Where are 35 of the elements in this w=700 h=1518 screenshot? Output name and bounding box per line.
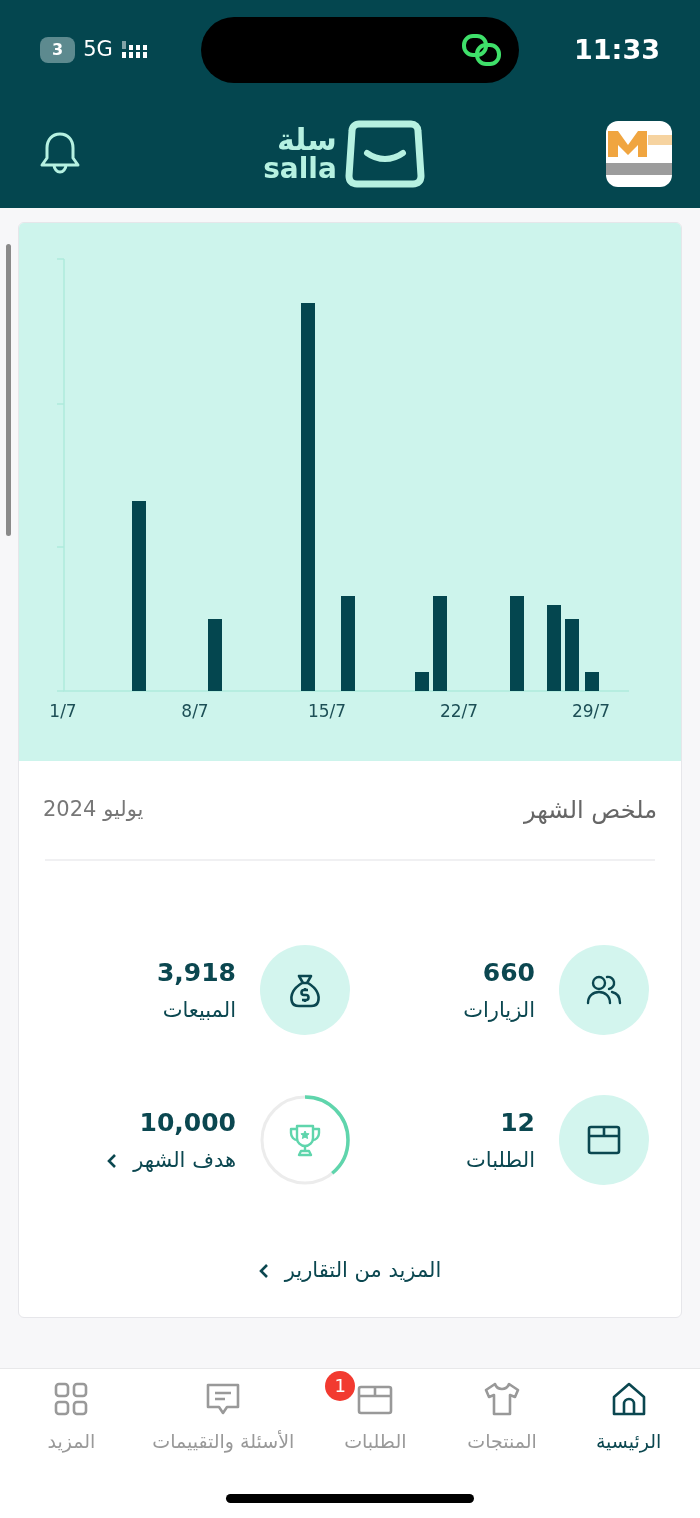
bag-logo-icon: [344, 120, 425, 188]
stat-label: المبيعات: [161, 997, 236, 1024]
goal-link[interactable]: هدف الشهر: [107, 1145, 236, 1177]
battery-indicator: 3: [40, 37, 76, 63]
chevron-icon: [258, 1262, 269, 1279]
tab[interactable]: الرئيسية: [565, 1369, 692, 1456]
stat-label: الزيارات: [463, 997, 535, 1024]
badge-count: 1: [325, 1371, 356, 1401]
period-label: يوليو 2024: [43, 796, 144, 824]
logo-arabic-text: سلة: [276, 125, 337, 155]
status-time: 11:33: [574, 32, 660, 67]
axis-label: 15/7: [307, 701, 347, 721]
chart-bar: [565, 619, 579, 691]
axis-label: 8/7: [181, 701, 209, 721]
tab[interactable]: المزيد: [8, 1369, 135, 1456]
tab[interactable]: الأسئلة والتقييمات: [134, 1369, 312, 1456]
chart-bar: [585, 672, 599, 691]
stat-value: 10,000: [138, 1106, 236, 1139]
stat-value: 12: [499, 1106, 535, 1139]
logo-latin-text: salla: [263, 155, 337, 183]
signal-icon: [120, 39, 147, 61]
axis-label: 29/7: [571, 701, 611, 721]
summary-title: ملخص الشهر: [523, 795, 657, 826]
stat-value: 660: [481, 956, 535, 989]
reports-link[interactable]: المزيد من التقارير: [258, 1255, 442, 1287]
axis-label: 1/7: [49, 701, 77, 721]
stat-value: 3,918: [156, 956, 236, 989]
stat-label: الطلبات: [466, 1147, 535, 1174]
network-label: 5G: [83, 36, 113, 64]
chevron-icon: [107, 1152, 118, 1169]
chart-bar: [208, 619, 222, 691]
axis-label: 22/7: [439, 701, 479, 721]
tab[interactable]: المنتجات: [438, 1369, 566, 1456]
link-icon: [461, 33, 504, 67]
chart-bar: [415, 672, 429, 691]
